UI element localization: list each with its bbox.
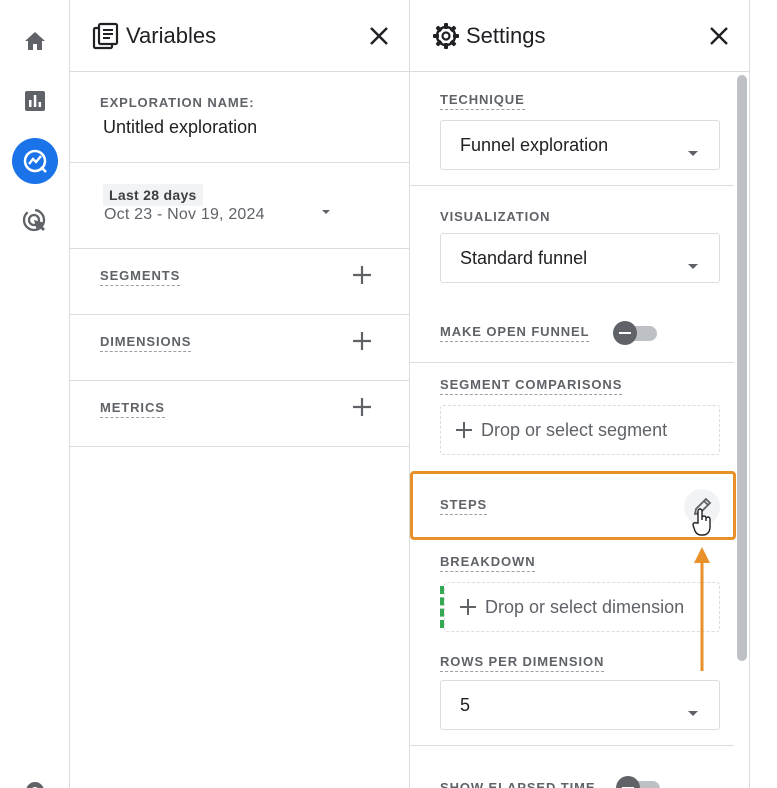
close-settings-icon[interactable] [707,24,731,48]
date-range-selector[interactable]: Last 28 days Oct 23 - Nov 19, 2024 [70,163,410,249]
explore-icon[interactable] [12,138,58,184]
segment-comparisons-label: SEGMENT COMPARISONS [440,377,623,395]
segment-dropzone[interactable]: Drop or select segment [440,405,720,455]
plus-icon [459,598,477,616]
exploration-name-label: EXPLORATION NAME: [100,95,255,110]
hand-cursor-icon [692,507,714,542]
arrow-up-annotation-icon [694,547,710,671]
dimensions-label: DIMENSIONS [100,334,192,352]
variables-title: Variables [126,23,217,48]
plus-icon [455,421,473,439]
close-variables-icon[interactable] [367,24,391,48]
exploration-name-section: EXPLORATION NAME: Untitled exploration [70,72,410,163]
visualization-select[interactable]: Standard funnel [440,233,720,283]
settings-header: Settings [410,0,749,72]
date-range-text: Oct 23 - Nov 19, 2024 [104,206,265,223]
add-dimension-icon[interactable] [352,331,372,351]
toggle-knob [613,321,637,345]
metrics-section: METRICS [70,381,410,447]
technique-select[interactable]: Funnel exploration [440,120,720,170]
settings-title: Settings [466,23,546,48]
variables-header: Variables [70,0,409,72]
visualization-value: Standard funnel [460,248,588,268]
segment-dropzone-text: Drop or select segment [481,420,668,440]
dimension-dropzone-text: Drop or select dimension [485,597,685,617]
chevron-down-icon [687,255,699,269]
variables-list-icon [92,22,120,50]
show-elapsed-label: SHOW ELAPSED TIME [440,780,596,788]
settings-scrollbar[interactable] [737,75,747,661]
left-nav-rail [0,0,70,788]
rows-per-dimension-select[interactable]: 5 [440,680,720,730]
rows-per-dimension-value: 5 [460,695,471,715]
breakdown-label: BREAKDOWN [440,554,536,572]
divider [410,185,734,186]
chevron-down-icon [687,702,699,716]
segments-label: SEGMENTS [100,268,181,286]
advertising-icon[interactable] [12,198,58,244]
open-funnel-label: MAKE OPEN FUNNEL [440,324,590,342]
gear-icon [432,22,460,50]
home-icon[interactable] [12,18,58,64]
technique-value: Funnel exploration [460,135,609,155]
steps-highlight: STEPS [410,471,736,540]
admin-gear-icon[interactable] [12,768,58,788]
exploration-name-input[interactable]: Untitled exploration [103,117,257,138]
divider [410,362,734,363]
dimension-dropzone[interactable]: Drop or select dimension [444,582,720,632]
show-elapsed-toggle[interactable] [616,776,662,788]
segments-section: SEGMENTS [70,249,410,315]
dimensions-section: DIMENSIONS [70,315,410,381]
rows-per-dimension-label: ROWS PER DIMENSION [440,654,605,672]
reports-icon[interactable] [12,78,58,124]
visualization-label: VISUALIZATION [440,209,551,224]
chevron-down-icon[interactable] [320,203,332,214]
variables-panel: Variables EXPLORATION NAME: Untitled exp… [70,0,410,788]
add-metric-icon[interactable] [352,397,372,417]
open-funnel-toggle[interactable] [613,321,659,345]
technique-label: TECHNIQUE [440,92,525,110]
steps-label: STEPS [440,497,488,515]
toggle-knob [616,776,640,788]
divider [410,745,734,746]
date-preset-chip: Last 28 days [103,184,203,206]
add-segment-icon[interactable] [352,265,372,285]
metrics-label: METRICS [100,400,165,418]
chevron-down-icon [687,142,699,156]
